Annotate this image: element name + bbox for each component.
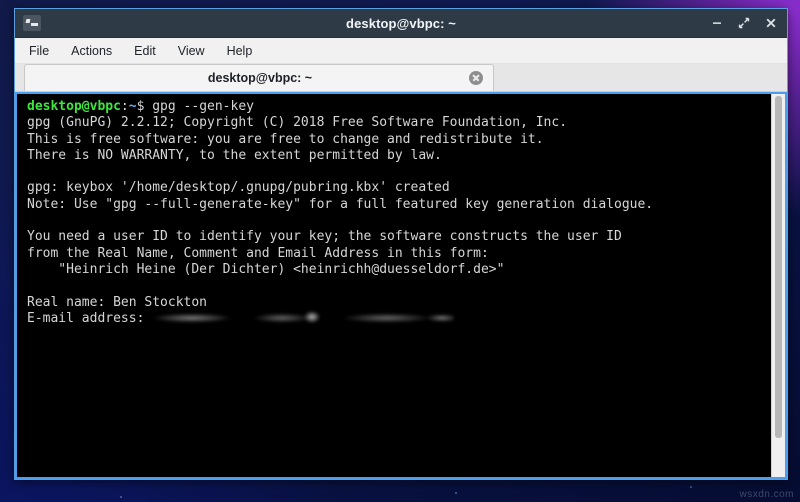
terminal-icon — [23, 15, 41, 31]
prompt-colon: : — [120, 99, 129, 114]
terminal-line: Note: Use "gpg --full-generate-key" for … — [27, 196, 654, 212]
real-name-line: Real name: Ben Stockton — [27, 295, 207, 310]
terminal-line: This is free software: you are free to c… — [27, 131, 544, 147]
menu-item-help[interactable]: Help — [227, 44, 253, 58]
email-label: E-mail address: — [27, 310, 153, 326]
menu-item-actions[interactable]: Actions — [71, 44, 112, 58]
desktop-background: desktop@vbpc: ~ File Actions Edit View H… — [0, 0, 800, 502]
terminal-frame: desktop@vbpc:~$ gpg --gen-key gpg (GnuPG… — [15, 92, 787, 479]
menu-item-view[interactable]: View — [178, 44, 205, 58]
real-name-value: Ben Stockton — [113, 294, 208, 310]
menu-item-edit[interactable]: Edit — [134, 44, 156, 58]
prompt-path: ~ — [128, 99, 137, 114]
terminal-line: "Heinrich Heine (Der Dichter) <heinrichh… — [27, 261, 505, 277]
wallpaper-speck — [690, 486, 692, 488]
real-name-label: Real name: — [27, 294, 114, 310]
terminal-line: gpg (GnuPG) 2.2.12; Copyright (C) 2018 F… — [27, 115, 568, 131]
window-title: desktop@vbpc: ~ — [346, 15, 456, 31]
email-value-redacted — [152, 310, 455, 324]
email-line: E-mail address: — [27, 310, 455, 326]
wallpaper-speck — [455, 492, 457, 494]
terminal-output: desktop@vbpc:~$ gpg --gen-key gpg (GnuPG… — [17, 94, 771, 477]
terminal-screen[interactable]: desktop@vbpc:~$ gpg --gen-key gpg (GnuPG… — [17, 94, 785, 477]
menu-item-file[interactable]: File — [29, 44, 49, 58]
terminal-line: gpg: keybox '/home/desktop/.gnupg/pubrin… — [27, 180, 450, 196]
close-icon[interactable] — [469, 71, 483, 85]
maximize-button[interactable] — [737, 16, 751, 30]
prompt-line: desktop@vbpc:~$ gpg --gen-key — [27, 99, 254, 114]
terminal-scrollbar[interactable] — [771, 94, 785, 477]
close-button[interactable] — [764, 16, 778, 30]
menubar: File Actions Edit View Help — [15, 38, 787, 64]
tab-label: desktop@vbpc: ~ — [207, 71, 313, 85]
scrollbar-thumb[interactable] — [775, 96, 782, 438]
tab-strip: desktop@vbpc: ~ — [15, 64, 787, 92]
prompt-command: gpg --gen-key — [152, 99, 254, 114]
terminal-line: You need a user ID to identify your key;… — [27, 229, 622, 245]
window-titlebar[interactable]: desktop@vbpc: ~ — [15, 9, 787, 38]
minimize-button[interactable] — [710, 16, 724, 30]
terminal-line: There is NO WARRANTY, to the extent perm… — [27, 147, 442, 163]
tab-terminal[interactable]: desktop@vbpc: ~ — [24, 64, 494, 91]
prompt-symbol: $ — [136, 99, 145, 114]
prompt-user-host: desktop@vbpc — [27, 99, 121, 114]
terminal-window: desktop@vbpc: ~ File Actions Edit View H… — [14, 8, 788, 480]
wallpaper-speck — [120, 496, 122, 498]
terminal-line: from the Real Name, Comment and Email Ad… — [27, 245, 489, 261]
window-controls — [710, 16, 778, 30]
watermark: wsxdn.com — [739, 489, 794, 500]
